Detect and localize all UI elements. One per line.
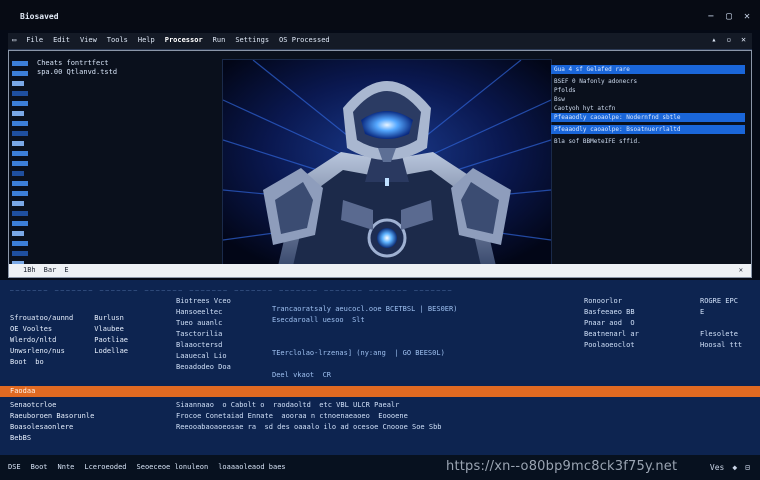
lower-values[interactable]: Siaannaao o Cabolt o raodaoltd etc VBL U… [176,400,442,433]
info-lines: Cheats fontrtfect spa.00 Qtlanvd.tstd [37,59,117,77]
menu-view[interactable]: View [80,36,97,44]
info-line-1: Cheats fontrtfect [37,59,109,67]
title-bar: Biosaved − ▢ ✕ [0,0,760,30]
menu-settings[interactable]: Settings [235,36,269,44]
menu-help[interactable]: Help [138,36,155,44]
info-row-1[interactable]: Gua 4 sf Gelafed rare [551,65,745,74]
menu-file[interactable]: File [26,36,43,44]
taskbar-item-2[interactable]: Boot [31,463,48,471]
close-icon[interactable]: ✕ [744,11,750,22]
info-row-8: Bla sof BBMeteIFE sffid. [554,138,641,145]
setting-labels[interactable]: Sfrouatoo/aunnd Burlusn OE Vooltes Vlaub… [10,302,128,368]
setting-extra: ROGRE EPC E Flesolete Hoosal ttt [700,297,743,349]
menu-toolbar: ▭ File Edit View Tools Help Processor Ru… [8,33,752,50]
menu-run[interactable]: Run [213,36,226,44]
armored-robot-image [223,60,551,266]
lower-labels[interactable]: Senaotcrloe Raeuboroen Basorunle Boasole… [10,400,94,444]
restore-icon[interactable]: ▫ [726,35,731,44]
info-line-2: spa.00 Qtlanvd.tstd [37,68,118,76]
setting-values[interactable]: Biotrees Vceo Hansoeeltec Tueo auanlc Ta… [176,296,231,373]
info-row-7[interactable]: Pfeaaodly caoaolpe: Bsoatnuerrlaltd [551,125,745,134]
menu-icon[interactable]: ▭ [12,36,16,44]
right-info-panel: Gua 4 sf Gelafed rare BSEF 0 Nafonly ado… [551,65,745,146]
window-tile-icon[interactable]: ⊟ [745,463,750,472]
bios-settings-panel: _______ _______ _______ _______ _______ … [0,280,760,455]
taskbar-item-1[interactable]: DSE [8,463,21,471]
menu-os-processed[interactable]: OS Processed [279,36,330,44]
setting-status[interactable]: Ronoorlor Basfeeaeo BB Pnaar aod O Beatn… [584,296,639,351]
taskbar-item-6[interactable]: loaaaoleaod baes [218,463,285,471]
separator-row: _______ _______ _______ _______ _______ … [10,284,454,291]
maximize-icon[interactable]: ▢ [726,11,732,22]
menu-edit[interactable]: Edit [53,36,70,44]
info-row-3: Pfolds [554,87,576,94]
top-panel: Cheats fontrtfect spa.00 Qtlanvd.tstd Gu… [8,50,752,296]
left-gutter-markers [9,59,31,296]
minimize-icon[interactable]: − [708,11,714,22]
taskbar-right-label[interactable]: Ves [710,463,724,472]
window-controls: − ▢ ✕ [708,11,750,22]
status-item-3[interactable]: E [64,266,68,274]
panel-close-icon[interactable]: ✕ [741,35,746,44]
diamond-icon[interactable]: ◆ [732,463,737,472]
collapse-icon[interactable]: ▴ [712,35,717,44]
app-title: Biosaved [20,12,59,21]
selected-row-label: Faodaa [10,387,36,395]
info-row-2: BSEF 0 Nafonly adonecrs [554,78,638,85]
watermark-url: https://xn--o80bp9mc8ck3f75y.net [446,459,678,474]
status-close-icon[interactable]: ✕ [739,266,743,274]
taskbar-item-5[interactable]: Seoeceoe lonuleon [137,463,209,471]
status-item-1[interactable]: 1Bh [23,266,36,274]
info-row-5: Caotyoh hyt atcfn [554,105,616,112]
menu-processor[interactable]: Processor [165,36,203,44]
menu-tools[interactable]: Tools [107,36,128,44]
taskbar-item-4[interactable]: Lceroeoded [84,463,126,471]
setting-descriptions: Trancaoratsaly aeucocl.ooe BCETBSL | BES… [272,305,458,379]
status-item-2[interactable]: Bar [44,266,57,274]
status-strip: 1Bh Bar E ✕ [9,264,751,277]
game-viewport[interactable] [222,59,552,267]
info-row-6[interactable]: Pfeaaodly caoaolpe: Nodernfnd sbtle [551,113,745,122]
info-row-4: Bsw [554,96,565,103]
selected-row-highlight[interactable]: Faodaa [0,386,760,397]
taskbar-item-3[interactable]: Nnte [58,463,75,471]
taskbar: DSE Boot Nnte Lceroeoded Seoeceoe lonule… [0,455,760,480]
